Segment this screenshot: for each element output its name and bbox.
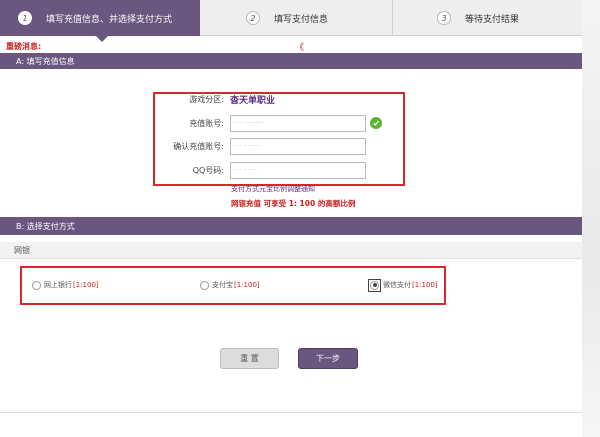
notice-row: 重磅消息: (6, 40, 306, 52)
server-label: 游戏分区: (189, 94, 224, 104)
option-wechat-name: 微信支付 (383, 281, 411, 289)
option-bank-rate: [1:100] (73, 281, 99, 289)
confirm-account-label: 确认充值账号: (173, 141, 224, 151)
footer-divider (0, 412, 582, 413)
server-value: 杳天单职业 (230, 95, 276, 106)
next-step-button[interactable]: 下一步 (298, 348, 358, 369)
step-3-number: 3 (437, 11, 451, 25)
notice-link[interactable]: 《 (295, 40, 304, 53)
qq-row: QQ号码: · ·· ······· (160, 161, 366, 179)
step-progress-bar: 1 填写充值信息、并选择支付方式 2 填写支付信息 3 等待支付结果 (0, 0, 582, 42)
page-background (582, 0, 600, 437)
bank-rate-note: 网银充值 可享受 1: 100 的高额比例 (231, 199, 356, 208)
step-2-label: 填写支付信息 (274, 14, 329, 25)
confirm-account-input[interactable]: · ·· ········· (230, 137, 366, 155)
radio-alipay[interactable] (200, 280, 209, 290)
step-1-active: 1 填写充值信息、并选择支付方式 (0, 0, 200, 42)
server-row: 游戏分区: 杳天单职业 (160, 90, 275, 108)
bank-strip-label: 网银 (14, 245, 30, 255)
check-icon (370, 117, 382, 129)
payment-option-bank[interactable]: 网上银行 [1:100] (32, 278, 99, 292)
account-input[interactable]: · ··· ········· (230, 114, 366, 132)
option-bank-name: 网上银行 (44, 281, 72, 289)
option-wechat-rate: [1:100] (412, 281, 438, 289)
step-2-number: 2 (246, 11, 260, 25)
qq-input[interactable]: · ·· ······· (230, 161, 366, 179)
option-alipay-name: 支付宝 (212, 281, 233, 289)
account-row: 充值账号: · ··· ········· (160, 114, 366, 132)
radio-wechat-focus (368, 278, 381, 292)
qq-label: QQ号码: (192, 165, 224, 175)
section-b-header: B: 选择支付方式 (0, 217, 582, 235)
payment-option-alipay[interactable]: 支付宝 [1:100] (200, 278, 260, 292)
account-label: 充值账号: (189, 118, 224, 128)
step-1-label: 填写充值信息、并选择支付方式 (46, 14, 173, 25)
option-alipay-rate: [1:100] (234, 281, 260, 289)
radio-bank[interactable] (32, 280, 41, 290)
step-1-number: 1 (18, 11, 32, 25)
step-2: 2 填写支付信息 (200, 0, 393, 36)
confirm-account-row: 确认充值账号: · ·· ········· (160, 137, 366, 155)
step-3-label: 等待支付结果 (465, 14, 520, 25)
section-a-header: A: 填写充值信息 (0, 53, 582, 69)
notice-label: 重磅消息: (6, 41, 42, 51)
payment-option-wechat[interactable]: 微信支付 [1:100] (368, 278, 438, 292)
bank-strip: 网银 (0, 242, 582, 259)
reset-button[interactable]: 重 置 (220, 348, 279, 369)
section-a-title: A: 填写充值信息 (16, 56, 75, 66)
radio-wechat[interactable] (370, 280, 379, 290)
recharge-page: 1 填写充值信息、并选择支付方式 2 填写支付信息 3 等待支付结果 重磅消息:… (0, 0, 582, 437)
section-b-title: B: 选择支付方式 (16, 221, 75, 231)
step-3: 3 等待支付结果 (393, 0, 582, 36)
rate-change-notice: 支付方式元宝比例调整通知 (231, 185, 315, 193)
